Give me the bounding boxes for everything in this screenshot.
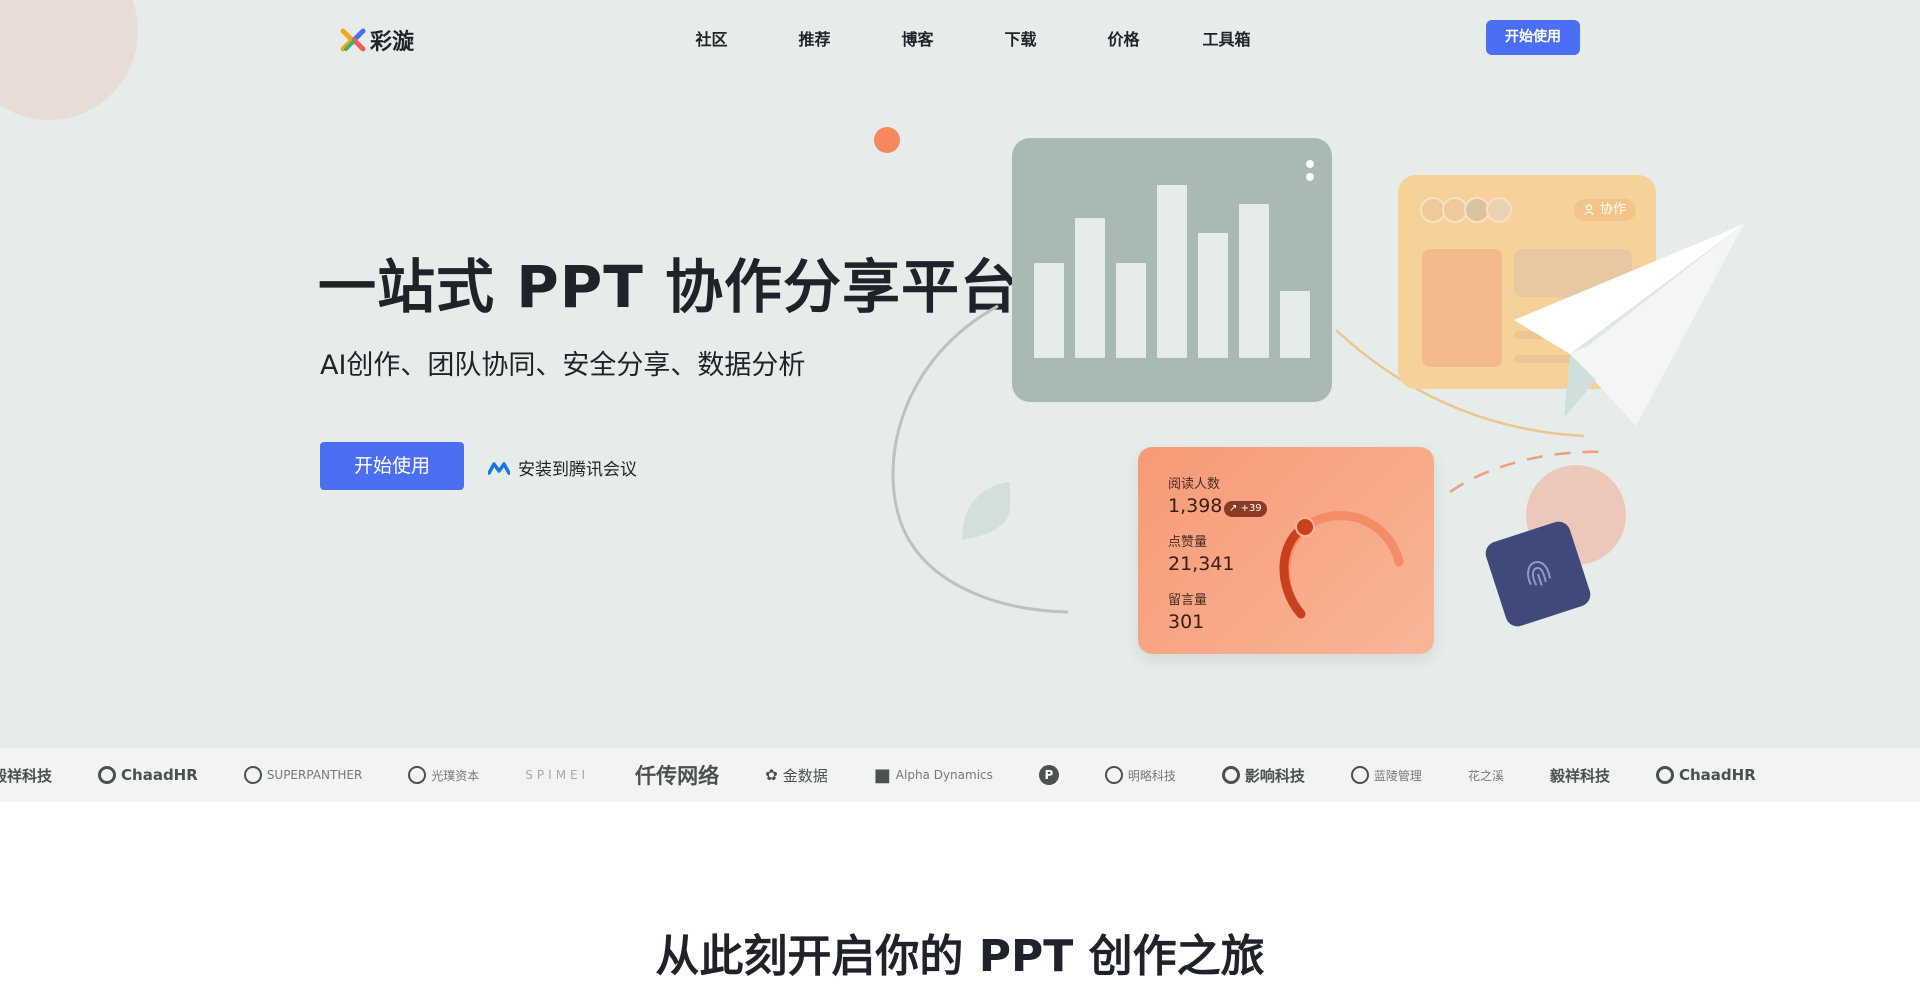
partner-name: 花之溪	[1467, 768, 1504, 783]
partner-name: SPIMEI	[525, 768, 590, 782]
partner-mark-icon	[98, 766, 117, 784]
stat-badge-reads: ↗ +39	[1224, 501, 1267, 517]
partner-name: ChaadHR	[121, 766, 198, 784]
decorative-dot	[874, 127, 900, 153]
partner-mark-icon	[1350, 766, 1369, 784]
partner-name: 光璞资本	[431, 768, 480, 783]
hero-subtitle: AI创作、团队协同、安全分享、数据分析	[320, 350, 806, 381]
stat-value-likes: 21,341	[1168, 553, 1235, 575]
partner-logo: SPIMEI	[525, 762, 589, 788]
partner-name: Alpha Dynamics	[895, 768, 993, 782]
hero-section: 彩漩 社区 推荐 博客 下载 价格 工具箱 开始使用 一站式 PPT 协作分享平…	[0, 0, 1920, 748]
nav-item-blog[interactable]: 博客	[866, 26, 969, 50]
partner-mark-icon	[1221, 766, 1240, 784]
partner-name: P	[1038, 765, 1059, 785]
collaboration-badge-label: 协作	[1599, 202, 1626, 217]
partner-mark-icon	[1104, 766, 1123, 784]
decorative-circle	[0, 0, 138, 120]
leaf-icon: ✿	[765, 766, 778, 784]
stat-value-reads: 1,398	[1168, 495, 1223, 517]
partner-logo-row: 毅祥科技 ChaadHR SUPERPANTHER 光璞资本 SPIMEI 仟传…	[0, 762, 1802, 788]
section-title: 从此刻开启你的 PPT 创作之旅	[655, 931, 1265, 982]
partner-mark-icon	[1655, 766, 1674, 784]
collaboration-block	[1422, 249, 1502, 367]
fingerprint-glyph	[1527, 561, 1551, 586]
user-icon	[1584, 204, 1594, 216]
decorative-leaf	[962, 482, 1010, 540]
chart-bar	[1239, 204, 1269, 358]
collaboration-badge: 协作	[1573, 199, 1636, 221]
partner-logo: 影响科技	[1221, 762, 1305, 788]
partner-logo: P	[1038, 762, 1059, 788]
stat-value-comments: 301	[1168, 611, 1205, 633]
main-nav: 社区 推荐 博客 下载 价格 工具箱	[660, 26, 1278, 50]
partner-logo-strip: 毅祥科技 ChaadHR SUPERPANTHER 光璞资本 SPIMEI 仟传…	[0, 748, 1920, 802]
partner-name: 仟传网络	[635, 763, 720, 788]
chart-bar	[1116, 263, 1146, 358]
chart-bar	[1034, 263, 1064, 358]
stat-label-likes: 点赞量	[1168, 535, 1208, 550]
partner-name: ChaadHR	[1678, 766, 1756, 784]
paper-plane-icon	[1514, 224, 1744, 426]
brand-logo-icon	[340, 28, 366, 52]
partner-name: 毅祥科技	[1549, 766, 1610, 785]
chart-card	[1012, 138, 1332, 402]
chart-bar	[1280, 291, 1310, 358]
nav-item-pricing[interactable]: 价格	[1072, 26, 1175, 50]
partner-logo: ■ Alpha Dynamics	[874, 762, 993, 788]
tencent-meeting-icon	[488, 461, 510, 475]
brand-logo[interactable]: 彩漩	[340, 24, 414, 56]
chart-bar	[1075, 218, 1105, 358]
nav-item-toolbox[interactable]: 工具箱	[1175, 26, 1278, 50]
partner-logo: SUPERPANTHER	[243, 762, 363, 788]
stat-label-reads: 阅读人数	[1168, 477, 1221, 492]
stats-card: 阅读人数 1,398 ↗ +39 点赞量 21,341 留言量 301	[1138, 447, 1434, 654]
partner-logo: ChaadHR	[98, 762, 198, 788]
partner-logo: 仟传网络	[635, 762, 719, 788]
nav-start-button[interactable]: 开始使用	[1486, 20, 1580, 55]
partner-logo: 明略科技	[1104, 762, 1176, 788]
bar-chart-illustration	[1034, 178, 1310, 358]
partner-name: 毅祥科技	[0, 766, 53, 785]
avatar-group	[1420, 197, 1512, 223]
nav-item-recommend[interactable]: 推荐	[763, 26, 866, 50]
nav-item-download[interactable]: 下载	[969, 26, 1072, 50]
partner-name: 蓝陵管理	[1373, 768, 1422, 783]
install-tencent-meeting-link[interactable]: 安装到腾讯会议	[488, 455, 637, 480]
partner-logo: 毅祥科技	[1550, 762, 1610, 788]
partner-logo: 光璞资本	[408, 762, 479, 788]
hero-start-button[interactable]: 开始使用	[320, 442, 464, 490]
partner-name: 影响科技	[1244, 766, 1305, 785]
stat-label-comments: 留言量	[1168, 593, 1208, 608]
partner-logo: 毅祥科技	[0, 762, 52, 788]
partner-mark-icon	[408, 766, 427, 784]
partner-logo: 蓝陵管理	[1350, 762, 1422, 788]
partner-name: SUPERPANTHER	[266, 768, 363, 782]
partner-name: 明略科技	[1127, 768, 1176, 783]
cube-icon: ■	[873, 764, 891, 786]
brand-name: 彩漩	[370, 30, 415, 55]
partner-logo: ✿ 金数据	[765, 762, 828, 788]
nav-item-community[interactable]: 社区	[660, 26, 763, 50]
partner-mark-icon	[243, 766, 262, 784]
install-link-label: 安装到腾讯会议	[518, 460, 637, 480]
chart-bar	[1157, 185, 1187, 358]
partner-name: 金数据	[782, 766, 828, 785]
chart-bar	[1198, 233, 1228, 358]
partner-logo: 花之溪	[1468, 762, 1504, 788]
stat-badge-value: +39	[1240, 503, 1262, 514]
gauge-illustration	[1279, 511, 1404, 619]
partner-logo: ChaadHR	[1655, 762, 1756, 788]
